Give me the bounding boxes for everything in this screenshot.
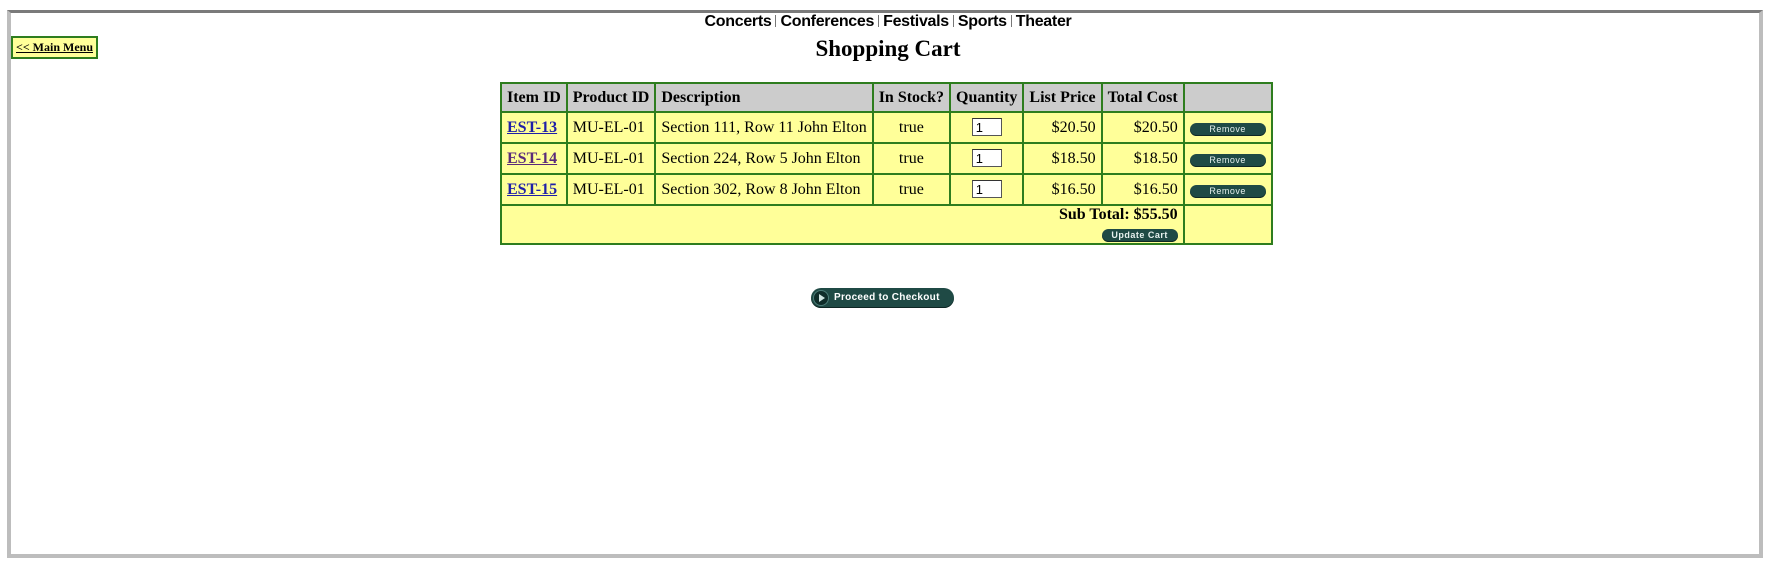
in-stock-cell: true — [871, 173, 952, 206]
quantity-cell — [949, 173, 1025, 206]
item-id-link[interactable]: EST-15 — [507, 181, 557, 198]
total-cost-cell: $18.50 — [1100, 142, 1185, 175]
list-price-cell: $20.50 — [1022, 111, 1103, 144]
product-id-cell: MU-EL-01 — [565, 173, 657, 206]
item-id-cell: EST-14 — [500, 142, 568, 175]
nav-conferences[interactable]: Conferences — [780, 13, 874, 30]
quantity-cell — [949, 111, 1025, 144]
remove-cell: Remove — [1182, 111, 1273, 144]
checkout-label: Proceed to Checkout — [834, 292, 940, 303]
header-description: Description — [654, 82, 874, 113]
header-total-cost: Total Cost — [1100, 82, 1185, 113]
item-id-cell: EST-13 — [500, 111, 568, 144]
nav-separator — [775, 15, 777, 27]
nav-sports[interactable]: Sports — [958, 13, 1007, 30]
list-price-cell: $16.50 — [1022, 173, 1103, 206]
nav-separator — [952, 15, 954, 27]
header-item-id: Item ID — [500, 82, 568, 113]
item-id-cell: EST-15 — [500, 173, 568, 206]
item-id-link[interactable]: EST-14 — [507, 150, 557, 167]
page-title: Shopping Cart — [815, 36, 961, 61]
item-id-link[interactable]: EST-13 — [507, 119, 557, 136]
description-cell: Section 111, Row 11 John Elton — [654, 111, 874, 144]
remove-button[interactable]: Remove — [1189, 153, 1266, 167]
shopping-cart-table: Item ID Product ID Description In Stock?… — [500, 82, 1273, 245]
table-row: EST-14 MU-EL-01 Section 224, Row 5 John … — [500, 142, 1273, 175]
quantity-input[interactable] — [971, 149, 1002, 168]
nav-festivals[interactable]: Festivals — [883, 13, 949, 30]
play-arrow-icon — [813, 290, 829, 306]
product-id-cell: MU-EL-01 — [565, 111, 657, 144]
total-cost-cell: $16.50 — [1100, 173, 1185, 206]
description-cell: Section 224, Row 5 John Elton — [654, 142, 874, 175]
category-nav: Concerts Conferences Festivals Sports Theate… — [0, 13, 1776, 31]
header-in-stock: In Stock? — [871, 82, 952, 113]
quantity-cell — [949, 142, 1025, 175]
description-cell: Section 302, Row 8 John Elton — [654, 173, 874, 206]
update-cart-wrap: Update Cart — [507, 225, 1178, 243]
subtotal-row: Sub Total: $55.50 Update Cart — [500, 204, 1273, 245]
quantity-input[interactable] — [971, 180, 1002, 199]
product-id-cell: MU-EL-01 — [565, 142, 657, 175]
table-row: EST-15 MU-EL-01 Section 302, Row 8 John … — [500, 173, 1273, 206]
proceed-to-checkout-button[interactable]: Proceed to Checkout — [811, 288, 954, 308]
nav-separator — [878, 15, 880, 27]
list-price-cell: $18.50 — [1022, 142, 1103, 175]
remove-button[interactable]: Remove — [1189, 122, 1266, 136]
update-cart-button[interactable]: Update Cart — [1101, 229, 1178, 242]
subtotal-cell: Sub Total: $55.50 Update Cart — [500, 204, 1185, 245]
remove-button[interactable]: Remove — [1189, 184, 1266, 198]
nav-concerts[interactable]: Concerts — [705, 13, 772, 30]
subtotal-text: Sub Total: $55.50 — [1058, 206, 1178, 223]
header-list-price: List Price — [1022, 82, 1103, 113]
header-quantity: Quantity — [949, 82, 1025, 113]
subtotal-empty-cell — [1182, 204, 1273, 245]
table-header-row: Item ID Product ID Description In Stock?… — [500, 82, 1273, 113]
header-actions — [1182, 82, 1273, 113]
header-product-id: Product ID — [565, 82, 657, 113]
nav-separator — [1010, 15, 1012, 27]
in-stock-cell: true — [871, 142, 952, 175]
remove-cell: Remove — [1182, 142, 1273, 175]
in-stock-cell: true — [871, 111, 952, 144]
total-cost-cell: $20.50 — [1100, 111, 1185, 144]
remove-cell: Remove — [1182, 173, 1273, 206]
nav-theater[interactable]: Theater — [1016, 13, 1072, 30]
quantity-input[interactable] — [971, 118, 1002, 137]
table-row: EST-13 MU-EL-01 Section 111, Row 11 John… — [500, 111, 1273, 144]
